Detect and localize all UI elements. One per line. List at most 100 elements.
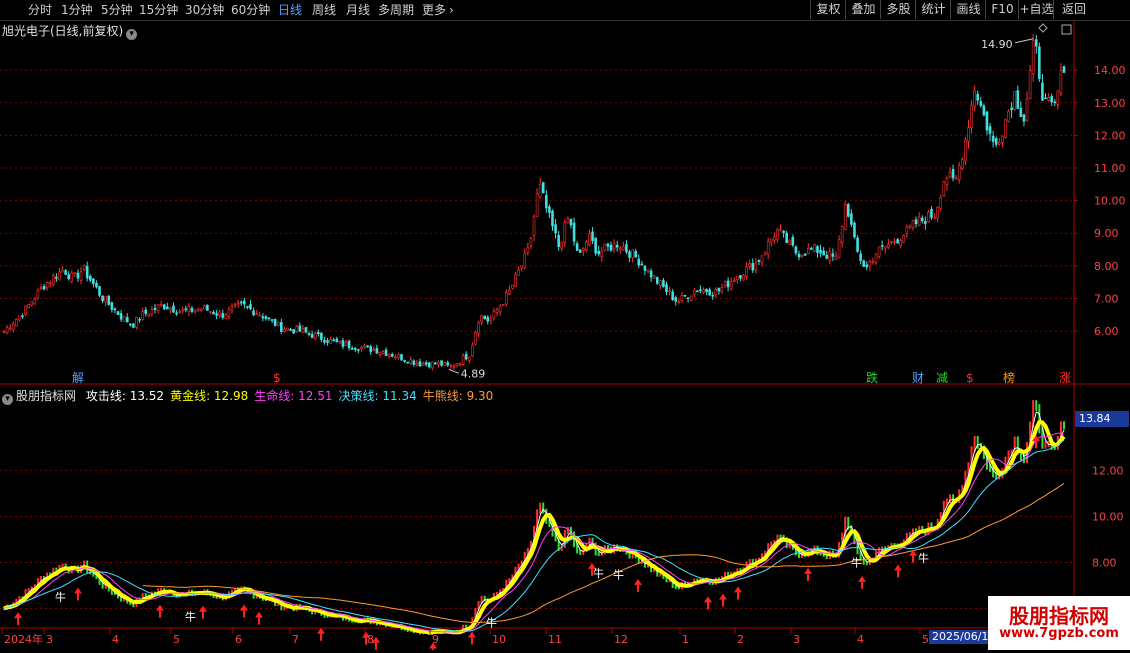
timeframe-9[interactable]: 多周期 [378,3,414,17]
candle-body [18,315,21,321]
date-label: 10 [492,633,506,646]
candle-body [449,365,453,368]
candle-body [902,235,906,243]
candle-body [825,254,829,259]
candle-body [551,210,554,227]
toolbar-button-6[interactable]: +自选 [1018,0,1054,19]
candle-body [45,282,49,289]
buy-arrow-icon [156,604,164,618]
candle-body [788,239,792,245]
candle-body [1044,97,1047,100]
timeframe-1[interactable]: 1分钟 [61,3,93,17]
candle-body [840,226,844,243]
candle-body [360,346,363,350]
toolbar-button-1[interactable]: 叠加 [845,0,881,19]
candle-body [113,308,117,311]
timeframe-10[interactable]: 更多 [422,3,446,17]
timeframe-0[interactable]: 分时 [28,3,52,17]
candle-body [187,306,191,312]
candle-body [631,249,634,258]
candle-body [791,236,795,246]
candle-body [125,317,129,323]
candle-body [523,253,527,268]
candle-body [917,216,921,226]
buy-arrow-icon [894,564,902,578]
candle-body [181,309,185,312]
candle-body [634,251,637,258]
candle-body [899,240,902,246]
candle-body [202,305,206,310]
candle-body [301,328,305,333]
candle-body [1050,95,1053,103]
date-label: 5 [922,633,929,646]
timeframe-6[interactable]: 日线 [278,3,302,17]
candle-body [545,194,548,209]
candle-body [1041,82,1044,101]
candle-body [292,329,295,334]
chart-area[interactable]: 14.00 13.00 12.00 11.00 10.00 9.00 8.00 7.00 6.0… [0,21,1130,653]
candle-body [988,126,992,134]
price-tick-label: 14.00 [1094,64,1126,77]
candle-body [646,268,650,272]
candle-body [116,311,120,315]
candle-body [585,241,588,251]
candle-body [541,182,545,194]
chevron-down-icon[interactable]: ▾ [126,29,138,40]
candle-body [67,274,71,280]
candle-body [378,351,382,355]
timeframe-8[interactable]: 月线 [346,3,370,17]
toolbar-button-2[interactable]: 多股 [880,0,916,19]
candle-body [88,275,92,281]
candle-body [677,301,681,303]
date-label: 7 [292,633,299,646]
candle-body [304,327,308,333]
candle-body [671,291,674,301]
candle-body [532,216,536,236]
timeframe-5[interactable]: 60分钟 [231,3,270,17]
chevron-right-icon[interactable]: › [449,3,454,17]
timeframe-3[interactable]: 15分钟 [139,3,178,17]
candle-body [883,245,887,249]
candle-body [79,271,83,281]
candle-body [458,362,462,365]
toolbar-button-3[interactable]: 统计 [915,0,951,19]
candle-body [964,139,967,162]
candle-body [375,348,379,354]
candle-body [668,290,671,292]
candle-body [776,228,779,240]
candle-body [215,313,218,316]
candle-body [699,289,702,292]
toolbar-button-5[interactable]: F10 [985,0,1019,19]
kline-chart[interactable]: 14.00 13.00 12.00 11.00 10.00 9.00 8.00 7.00 6.0… [0,21,1130,653]
timeframe-7[interactable]: 周线 [312,3,336,17]
toolbar-button-0[interactable]: 复权 [810,0,846,19]
toolbar-button-4[interactable]: 画线 [950,0,986,19]
candle-body [649,270,653,278]
stock-title[interactable]: 旭光电子(日线,前复权) ▾ [2,22,138,40]
current-date-box: 2025/06/1 [929,630,992,644]
candle-body [307,333,311,335]
candle-body [526,247,530,253]
candle-body [652,275,656,279]
candle-body [95,282,98,288]
indicator-name[interactable]: 股朋指标网 [16,389,76,403]
date-label: 4 [112,633,119,646]
candle-body [871,261,875,263]
candle-body [418,361,422,367]
timeframe-2[interactable]: 5分钟 [101,3,133,17]
candle-body [773,236,776,241]
candle-body [110,302,114,310]
timeframe-4[interactable]: 30分钟 [185,3,224,17]
candle-body [320,332,323,340]
candle-body [489,318,493,322]
low-price-label: 4.89 [461,367,486,380]
indicator-header: ▾ 股朋指标网 攻击线: 13.52 黄金线: 12.98 生命线: 12.51 决策线… [2,387,493,405]
toolbar-button-7[interactable]: 返回 [1053,0,1094,19]
candle-body [689,295,693,301]
candle-body [1001,135,1004,143]
candle-body [1019,107,1023,117]
candle-body [372,349,376,352]
buy-arrow-icon [317,627,325,641]
chevron-down-icon[interactable]: ▾ [2,394,13,405]
buy-arrow-icon [858,575,866,589]
